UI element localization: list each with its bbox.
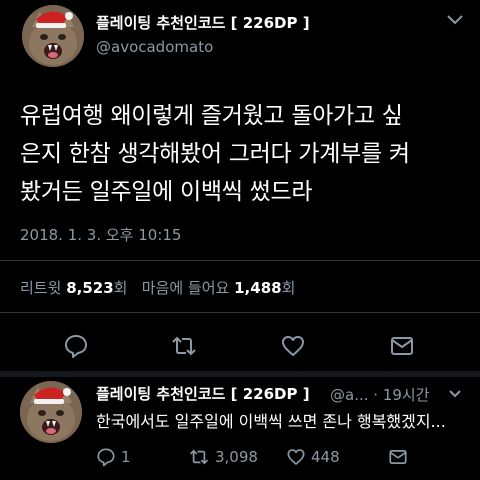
likes-count[interactable]: 1,488	[234, 279, 281, 297]
reply-icon	[65, 335, 87, 358]
reply-text: 한국에서도 일주일에 이백씩 쓰면 존나 행복했겠지...	[96, 412, 446, 431]
tweet-text-line: 봤거든 일주일에 이백씩 썼드라	[20, 179, 313, 205]
retweet-icon	[189, 449, 209, 465]
tweet-detail-screen: 플레이팅 추천인코드 [ 226DP ] @avocadomato 유럽여행 왜…	[0, 0, 480, 480]
user-handle[interactable]: @avocadomato	[96, 38, 213, 56]
divider	[0, 260, 480, 261]
retweets-label[interactable]: 리트윗	[20, 279, 61, 297]
cat-santa-avatar-image	[22, 5, 84, 67]
retweet-button[interactable]	[168, 330, 200, 362]
divider	[0, 312, 480, 313]
reply-retweet-count: 3,098	[215, 448, 258, 466]
section-separator	[0, 371, 480, 377]
retweets-unit: 회	[113, 279, 128, 297]
heart-icon	[287, 449, 305, 465]
retweet-icon	[172, 336, 196, 356]
avatar[interactable]	[22, 5, 84, 67]
chevron-down-icon[interactable]	[448, 389, 462, 399]
reply-button[interactable]	[60, 330, 92, 362]
reply-meta[interactable]: @a... · 19시간	[330, 384, 430, 405]
mail-icon	[389, 450, 407, 464]
likes-label[interactable]: 마음에 들어요	[142, 279, 230, 297]
retweets-count[interactable]: 8,523	[66, 279, 113, 297]
tweet-text-line: 은지 한참 생각해봤어 그러다 가계부를 켜	[20, 141, 410, 167]
reply-share-button[interactable]	[388, 446, 408, 468]
reply-icon	[97, 448, 115, 467]
reply-avatar[interactable]	[20, 381, 82, 443]
heart-icon	[282, 336, 304, 356]
tweet-stats: 리트윗 8,523회 마음에 들어요 1,488회	[20, 277, 295, 298]
likes-unit: 회	[281, 279, 296, 297]
chevron-down-icon[interactable]	[446, 14, 464, 26]
reply-count: 1	[121, 448, 131, 466]
tweet-text: 유럽여행 왜이렇게 즐거웠고 돌아가고 싶 은지 한참 생각해봤어 그러다 가계…	[20, 97, 470, 211]
reply-display-name[interactable]: 플레이팅 추천인코드 [ 226DP ]	[96, 383, 310, 404]
tweet-action-bar	[0, 330, 480, 362]
reply-reply-button[interactable]: 1	[96, 446, 131, 468]
reply-retweet-button[interactable]: 3,098	[188, 446, 258, 468]
share-button[interactable]	[386, 330, 418, 362]
tweet-text-line: 유럽여행 왜이렇게 즐거웠고 돌아가고 싶	[20, 103, 403, 129]
mail-icon	[391, 337, 413, 355]
reply-like-count: 448	[311, 448, 340, 466]
tweet-timestamp: 2018. 1. 3. 오후 10:15	[20, 226, 182, 244]
like-button[interactable]	[277, 330, 309, 362]
display-name[interactable]: 플레이팅 추천인코드 [ 226DP ]	[96, 12, 310, 33]
reply-like-button[interactable]: 448	[286, 446, 340, 468]
cat-santa-avatar-image	[20, 381, 82, 443]
